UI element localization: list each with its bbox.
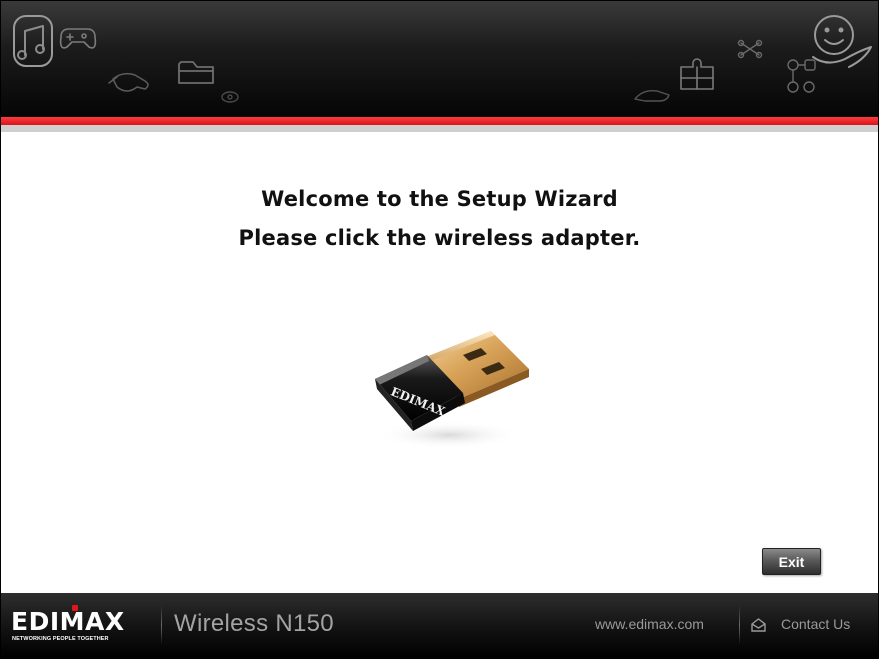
welcome-title: Welcome to the Setup Wizard	[261, 187, 618, 211]
header-accent-bar	[1, 117, 878, 125]
header-banner	[1, 1, 878, 117]
folder-icon	[178, 61, 214, 84]
instruction-text: Please click the wireless adapter.	[238, 226, 641, 250]
website-link[interactable]: www.edimax.com	[595, 616, 704, 632]
header-divider	[1, 125, 878, 132]
wireless-adapter-button[interactable]: EDIMAX	[359, 317, 535, 457]
music-note-icon	[13, 15, 53, 67]
logo-tagline: NETWORKING PEOPLE TOGETHER	[12, 636, 109, 642]
eye-icon	[221, 91, 239, 103]
footer-divider	[739, 605, 740, 645]
contact-us-label: Contact Us	[781, 616, 851, 632]
footer-bar: EDIMAX NETWORKING PEOPLE TOGETHER Wirele…	[1, 593, 878, 658]
usb-adapter-image: EDIMAX	[375, 331, 529, 449]
gamepad-icon	[59, 28, 97, 49]
handshake-icon	[108, 72, 149, 92]
edimax-logo: EDIMAX NETWORKING PEOPLE TOGETHER	[11, 605, 151, 642]
setup-wizard-window: Welcome to the Setup Wizard Please click…	[0, 0, 879, 659]
network-icon	[737, 39, 816, 93]
logo-wordmark: EDIMAX	[11, 607, 125, 636]
envelope-icon	[751, 618, 766, 632]
hand-icon	[634, 89, 670, 102]
product-name: Wireless N150	[174, 610, 334, 637]
smiley-hand-icon	[812, 15, 872, 68]
puzzle-icon	[680, 58, 714, 90]
exit-button[interactable]: Exit	[762, 548, 821, 575]
logo-red-dot	[72, 605, 78, 611]
main-content: Welcome to the Setup Wizard Please click…	[1, 132, 878, 593]
footer-divider	[161, 605, 162, 645]
